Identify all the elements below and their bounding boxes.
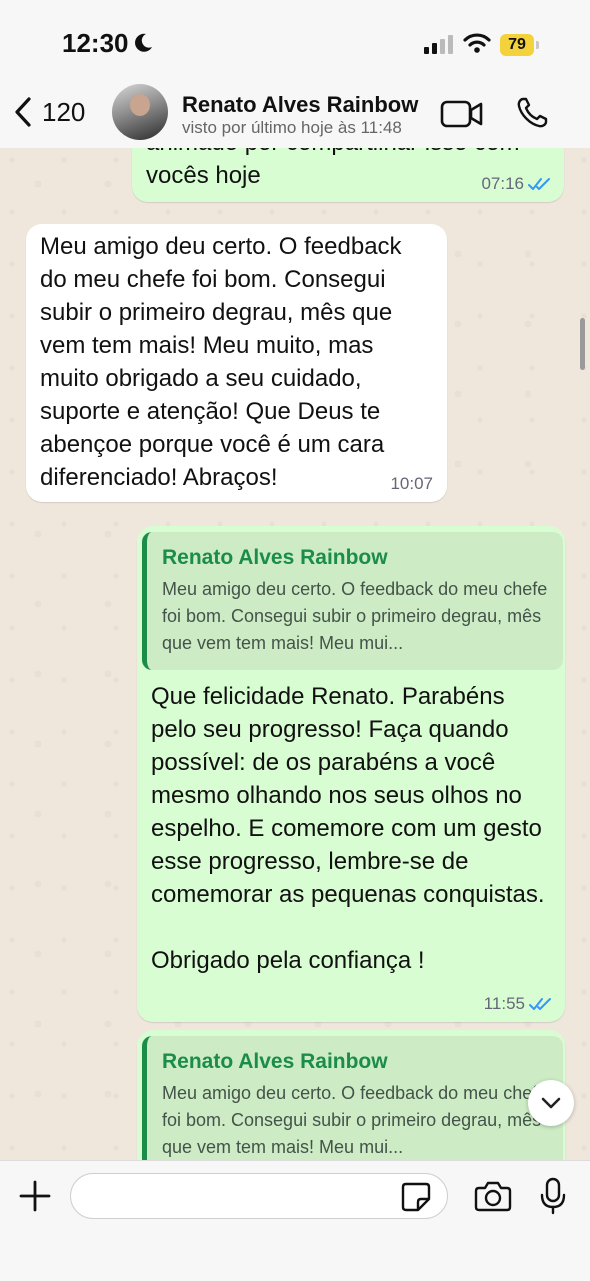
outgoing-reply-message[interactable]: Renato Alves Rainbow Meu amigo deu certo… — [137, 1030, 565, 1160]
clock: 12:30 — [62, 28, 129, 58]
last-seen-status: visto por último hoje às 11:48 — [182, 118, 402, 137]
signal-icon — [424, 35, 453, 54]
status-bar: 12:30 79 — [0, 0, 590, 84]
plus-icon[interactable] — [18, 1179, 52, 1213]
phone-icon[interactable] — [515, 96, 549, 130]
contact-avatar[interactable] — [112, 84, 168, 140]
chevron-down-icon — [541, 1097, 561, 1109]
quoted-message[interactable]: Renato Alves Rainbow Meu amigo deu certo… — [142, 1036, 563, 1160]
back-chevron-icon — [15, 97, 31, 127]
message-time: 07:16 — [481, 174, 524, 193]
quoted-author: Renato Alves Rainbow — [162, 546, 388, 569]
double-check-icon — [528, 178, 550, 190]
moon-icon — [135, 33, 152, 52]
video-call-icon[interactable] — [440, 99, 484, 129]
double-check-icon — [529, 998, 551, 1010]
contact-name[interactable]: Renato Alves Rainbow — [182, 92, 418, 118]
camera-icon[interactable] — [474, 1179, 512, 1213]
composer-bar — [0, 1160, 590, 1281]
scrollbar[interactable] — [580, 318, 585, 370]
battery-level: 79 — [500, 34, 534, 56]
outgoing-message[interactable]: animado por compartilhar isso com vocês … — [132, 148, 564, 202]
microphone-icon[interactable] — [540, 1177, 566, 1215]
message-text: Meu amigo deu certo. O feedback do meu c… — [40, 233, 409, 491]
unread-count: 120 — [42, 96, 86, 127]
message-input[interactable] — [70, 1173, 448, 1219]
quoted-text: Meu amigo deu certo. O feedback do meu c… — [162, 579, 548, 653]
message-text: Que felicidade Renato. Parabéns pelo seu… — [151, 683, 545, 974]
quoted-text: Meu amigo deu certo. O feedback do meu c… — [162, 1083, 548, 1157]
message-time: 10:07 — [390, 474, 433, 493]
quoted-author: Renato Alves Rainbow — [162, 1050, 388, 1073]
sticker-icon[interactable] — [400, 1181, 432, 1213]
wifi-icon — [463, 33, 491, 53]
quoted-message[interactable]: Renato Alves Rainbow Meu amigo deu certo… — [142, 532, 563, 670]
chat-area[interactable]: animado por compartilhar isso com vocês … — [0, 148, 590, 1160]
scroll-to-bottom-button[interactable] — [528, 1080, 574, 1126]
back-button[interactable]: 120 — [12, 96, 85, 128]
outgoing-reply-message[interactable]: Renato Alves Rainbow Meu amigo deu certo… — [137, 526, 565, 1022]
incoming-message[interactable]: Meu amigo deu certo. O feedback do meu c… — [26, 224, 447, 502]
battery-icon: 79 — [500, 34, 540, 56]
chat-header: 120 Renato Alves Rainbow visto por últim… — [0, 84, 590, 149]
message-time: 11:55 — [483, 994, 525, 1013]
